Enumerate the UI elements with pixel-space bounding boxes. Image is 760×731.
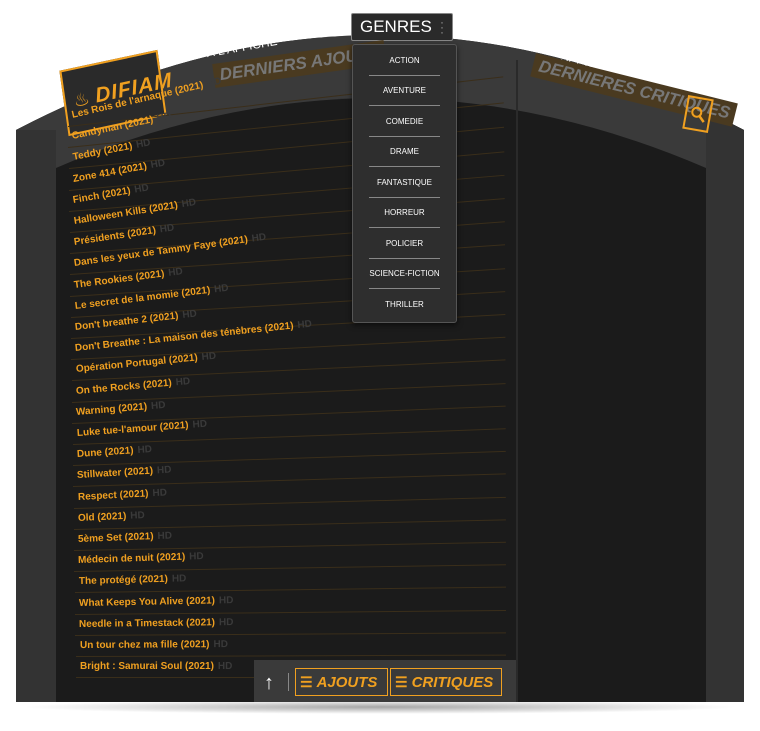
column-divider: [516, 60, 518, 702]
hd-badge: HD: [157, 530, 173, 542]
movie-title: Needle in a Timestack (2021): [79, 617, 216, 630]
toolbar-separator: [288, 673, 289, 691]
genre-menu-item[interactable]: SCIENCE-FICTION: [353, 259, 456, 290]
movie-title: Old (2021): [77, 510, 127, 524]
movie-list-item[interactable]: Needle in a Timestack (2021) HD: [79, 617, 234, 630]
hd-badge: HD: [150, 399, 167, 412]
hd-badge: HD: [129, 509, 145, 522]
hd-badge: HD: [180, 196, 197, 211]
hd-badge: HD: [219, 616, 234, 629]
ajouts-label: AJOUTS: [316, 673, 378, 691]
hd-badge: HD: [168, 265, 184, 279]
genre-menu-item[interactable]: THRILLER: [353, 289, 456, 320]
genre-menu-item[interactable]: ACTION: [353, 45, 456, 76]
hd-badge: HD: [181, 308, 198, 322]
hd-badge: HD: [217, 661, 233, 673]
genre-menu-item[interactable]: DRAME: [353, 137, 456, 168]
hd-badge: HD: [297, 318, 313, 332]
hd-badge: HD: [156, 464, 172, 477]
genres-dropdown-menu: ACTION AVENTURE COMEDIE DRAME FANTASTIQUE HOR…: [352, 44, 457, 323]
left-frame: [16, 130, 56, 702]
genre-menu-item[interactable]: COMEDIE: [353, 106, 456, 137]
nav-genres-label: GENRES: [360, 17, 432, 36]
bottom-toolbar: ↑ ☰ AJOUTS ☰ CRITIQUES: [254, 660, 516, 702]
genre-menu-item[interactable]: FANTASTIQUE: [353, 167, 456, 198]
hd-badge: HD: [151, 487, 167, 499]
search-icon: [691, 106, 705, 123]
hd-badge: HD: [200, 351, 217, 364]
screen-shadow: [20, 700, 740, 714]
hd-badge: HD: [149, 157, 166, 171]
hd-badge: HD: [171, 573, 187, 586]
hd-badge: HD: [133, 182, 150, 196]
hd-badge: HD: [175, 375, 191, 388]
hd-badge: HD: [158, 222, 175, 236]
movie-title: What Keeps You Alive (2021): [78, 595, 216, 609]
more-vertical-icon: · · ·: [440, 15, 444, 39]
list-icon: ☰: [300, 673, 313, 690]
critiques-button[interactable]: ☰ CRITIQUES: [390, 668, 502, 696]
arrow-up-icon[interactable]: ↑: [264, 672, 274, 695]
hd-badge: HD: [213, 639, 228, 651]
movie-list-item[interactable]: What Keeps You Alive (2021) HD: [79, 595, 234, 609]
ajouts-button[interactable]: ☰ AJOUTS: [295, 668, 388, 696]
critiques-label: CRITIQUES: [411, 673, 494, 691]
nav-genres-dropdown[interactable]: GENRES · · ·: [351, 13, 453, 41]
movie-title: Bright : Samurai Soul (2021): [80, 661, 214, 673]
hd-badge: HD: [189, 551, 205, 563]
genre-menu-item[interactable]: AVENTURE: [353, 76, 456, 107]
hd-badge: HD: [191, 418, 207, 431]
hd-badge: HD: [213, 282, 229, 296]
right-frame: [706, 120, 744, 702]
movie-list-item[interactable]: Bright : Samurai Soul (2021) HD: [80, 661, 232, 672]
hd-badge: HD: [137, 444, 153, 457]
hd-badge: HD: [218, 594, 234, 606]
movie-title: Un tour chez ma fille (2021): [79, 639, 210, 651]
list-icon: ☰: [395, 673, 408, 690]
movie-list-item[interactable]: Un tour chez ma fille (2021) HD: [80, 639, 228, 651]
genre-menu-item[interactable]: POLICIER: [353, 228, 456, 259]
genre-menu-item[interactable]: HORREUR: [353, 198, 456, 229]
